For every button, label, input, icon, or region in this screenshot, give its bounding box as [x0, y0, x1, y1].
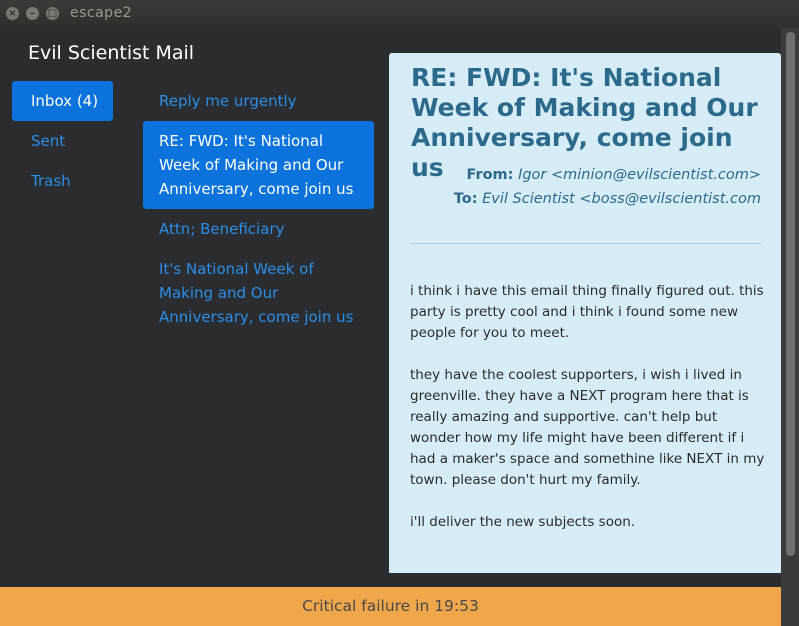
folder-inbox[interactable]: Inbox (4) [12, 81, 113, 121]
message-list: Reply me urgently RE: FWD: It's National… [143, 81, 374, 337]
minimize-window-icon[interactable]: – [26, 7, 39, 20]
folder-sent[interactable]: Sent [12, 121, 113, 161]
message-reader: RE: FWD: It's National Week of Making an… [389, 53, 781, 573]
body-paragraph: they have the coolest supporters, i wish… [410, 367, 765, 488]
close-window-icon[interactable]: × [6, 7, 19, 20]
message-body: i think i have this email thing finally … [410, 281, 765, 554]
body-paragraph: i'll deliver the new subjects soon. [410, 514, 636, 530]
folder-trash[interactable]: Trash [12, 161, 113, 201]
message-item[interactable]: Attn; Beneficiary [143, 209, 374, 249]
header-divider [410, 243, 761, 244]
status-bar: Critical failure in 19:53 [0, 587, 781, 626]
from-label: From: [466, 167, 514, 183]
window-title: escape2 [70, 5, 133, 21]
from-line: From: Igor <minion@evilscientist.com> [466, 167, 761, 183]
message-item-selected[interactable]: RE: FWD: It's National Week of Making an… [143, 121, 374, 209]
from-value: Igor <minion@evilscientist.com> [518, 167, 761, 183]
message-subject: RE: FWD: It's National Week of Making an… [411, 63, 758, 182]
to-value: Evil Scientist <boss@evilscientist.com [482, 191, 761, 207]
maximize-window-icon[interactable]: □ [46, 7, 59, 20]
body-paragraph: i think i have this email thing finally … [410, 283, 764, 341]
window-titlebar: × – □ escape2 [0, 0, 799, 29]
to-line: To: Evil Scientist <boss@evilscientist.c… [454, 191, 761, 207]
message-item[interactable]: Reply me urgently [143, 81, 374, 121]
message-item[interactable]: It's National Week of Making and Our Ann… [143, 249, 374, 337]
to-label: To: [453, 191, 478, 207]
scrollbar-thumb[interactable] [786, 32, 795, 556]
app-title: Evil Scientist Mail [28, 42, 195, 64]
folder-list: Inbox (4) Sent Trash [12, 81, 113, 201]
